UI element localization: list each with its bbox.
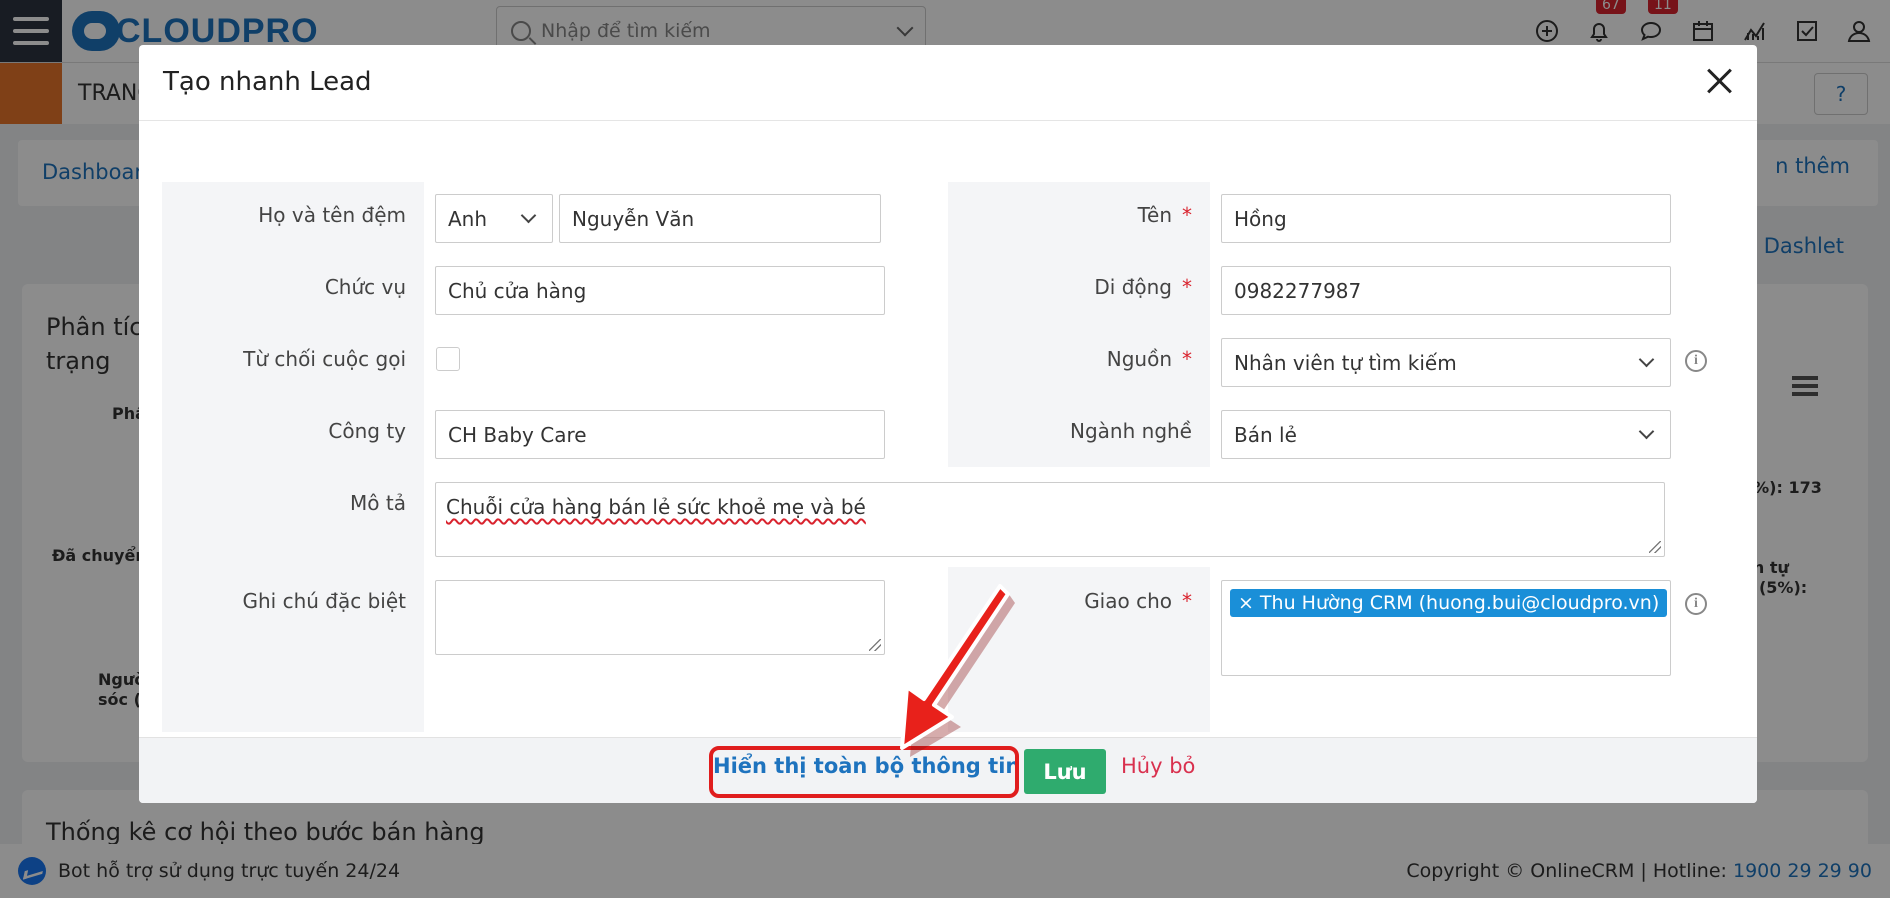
required-mark: * — [1182, 589, 1192, 613]
required-mark: * — [1182, 275, 1192, 299]
cong-ty-label: Công ty — [328, 419, 406, 443]
close-icon[interactable] — [1701, 63, 1737, 99]
title-input[interactable]: Chủ cửa hàng — [435, 266, 885, 315]
source-value: Nhân viên tự tìm kiếm — [1234, 350, 1457, 375]
required-mark: * — [1182, 203, 1192, 227]
mobile-input[interactable]: 0982277987 — [1221, 266, 1671, 315]
first-name-input[interactable]: Hồng — [1221, 194, 1671, 243]
cancel-link[interactable]: Hủy bỏ — [1121, 754, 1195, 778]
do-not-call-checkbox[interactable] — [436, 347, 460, 371]
description-value: Chuỗi cửa hàng bán lẻ sức khoẻ mẹ và bé — [446, 495, 866, 519]
ghi-chu-label: Ghi chú đặc biệt — [242, 589, 407, 613]
mo-ta-label: Mô tả — [350, 491, 406, 515]
highlight-box — [709, 746, 1019, 798]
salutation-select[interactable]: Anh — [435, 194, 553, 243]
tu-choi-label: Từ chối cuộc gọi — [243, 347, 406, 371]
assign-to-input[interactable]: × Thu Hường CRM (huong.bui@cloudpro.vn) — [1221, 580, 1671, 676]
quick-create-lead-modal: Tạo nhanh Lead Họ và tên đệm Anh Nguyễn … — [139, 45, 1757, 803]
info-icon[interactable]: i — [1685, 593, 1707, 615]
middle-name-input[interactable]: Nguyễn Văn — [559, 194, 881, 243]
industry-select[interactable]: Bán lẻ — [1221, 410, 1671, 459]
ten-label-text: Tên — [1137, 203, 1172, 227]
left-label-column — [162, 182, 424, 732]
giao-cho-label-text: Giao cho — [1084, 589, 1172, 613]
di-dong-label: Di động * — [948, 275, 1192, 299]
resize-handle-icon[interactable] — [869, 639, 881, 651]
chevron-down-icon — [520, 207, 537, 224]
description-textarea[interactable]: Chuỗi cửa hàng bán lẻ sức khoẻ mẹ và bé — [435, 482, 1665, 557]
chuc-vu-label: Chức vụ — [324, 275, 406, 299]
nguon-label: Nguồn * — [948, 347, 1192, 371]
chevron-down-icon — [1638, 351, 1655, 368]
salutation-value: Anh — [448, 206, 488, 231]
ten-label: Tên * — [948, 203, 1192, 227]
remove-tag-icon[interactable]: × — [1238, 592, 1254, 614]
modal-title: Tạo nhanh Lead — [163, 67, 372, 97]
nganh-nghe-label: Ngành nghề — [1070, 419, 1192, 443]
nguon-label-text: Nguồn — [1106, 347, 1172, 371]
info-icon[interactable]: i — [1685, 350, 1707, 372]
save-button[interactable]: Lưu — [1024, 749, 1106, 794]
resize-handle-icon[interactable] — [1649, 541, 1661, 553]
di-dong-label-text: Di động — [1094, 275, 1172, 299]
source-select[interactable]: Nhân viên tự tìm kiếm — [1221, 338, 1671, 387]
required-mark: * — [1182, 347, 1192, 371]
assignee-tag: × Thu Hường CRM (huong.bui@cloudpro.vn) — [1230, 589, 1668, 617]
giao-cho-label: Giao cho * — [948, 589, 1192, 613]
special-note-textarea[interactable] — [435, 580, 885, 655]
industry-value: Bán lẻ — [1234, 422, 1297, 447]
ho-ten-dem-label: Họ và tên đệm — [258, 203, 406, 227]
chevron-down-icon — [1638, 423, 1655, 440]
company-input[interactable]: CH Baby Care — [435, 410, 885, 459]
assignee-name: Thu Hường CRM (huong.bui@cloudpro.vn) — [1259, 592, 1660, 614]
